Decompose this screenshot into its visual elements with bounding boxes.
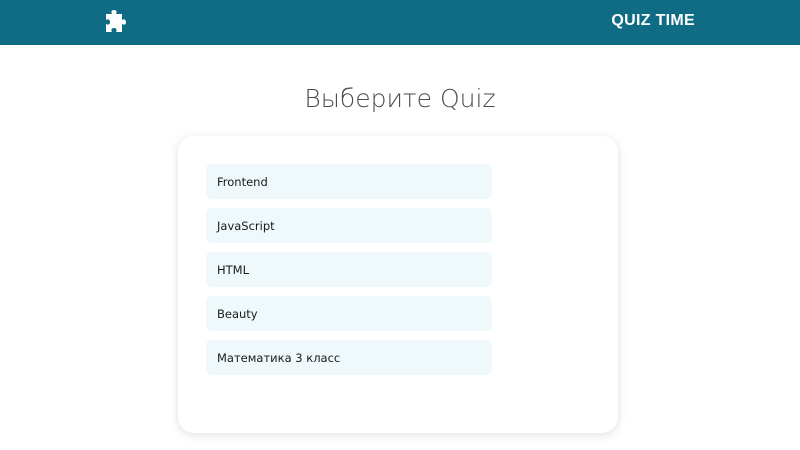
quiz-list-card: Frontend JavaScript HTML Beauty Математи… <box>178 136 618 433</box>
quiz-item-frontend[interactable]: Frontend <box>206 164 492 199</box>
quiz-item-html[interactable]: HTML <box>206 252 492 287</box>
top-navbar: QUIZ TIME <box>0 0 800 45</box>
quiz-item-javascript[interactable]: JavaScript <box>206 208 492 243</box>
quiz-item-math-grade-3[interactable]: Математика 3 класс <box>206 340 492 375</box>
page-title: Выберите Quiz <box>304 84 496 113</box>
quiz-item-beauty[interactable]: Beauty <box>206 296 492 331</box>
quiz-list: Frontend JavaScript HTML Beauty Математи… <box>206 164 492 384</box>
brand-title[interactable]: QUIZ TIME <box>611 11 695 31</box>
puzzle-icon[interactable] <box>102 6 132 36</box>
